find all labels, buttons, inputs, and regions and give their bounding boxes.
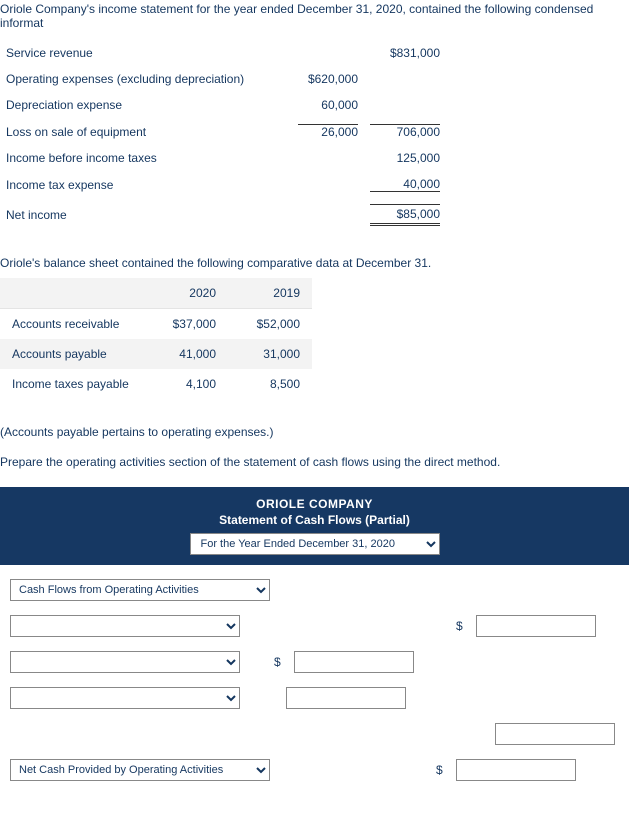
- balance-row-label: Accounts receivable: [0, 309, 144, 340]
- row-col2: $831,000: [364, 40, 446, 66]
- row-label: Operating expenses (excluding depreciati…: [0, 66, 292, 92]
- company-name: ORIOLE COMPANY: [0, 497, 629, 511]
- balance-row-label: Accounts payable: [0, 339, 144, 369]
- amount-input-3-inner[interactable]: [286, 687, 406, 709]
- dollar-sign: $: [436, 763, 448, 777]
- row-col2: 706,000: [370, 124, 440, 139]
- dollar-sign: $: [456, 619, 468, 633]
- instruction-text: Prepare the operating activities section…: [0, 455, 629, 469]
- cash-flow-form: Cash Flows from Operating Activities $ $: [0, 565, 629, 781]
- balance-row-2020: 41,000: [144, 339, 228, 369]
- balance-row-2020: 4,100: [144, 369, 228, 399]
- row-col1: [292, 198, 364, 232]
- cash-flow-section: ORIOLE COMPANY Statement of Cash Flows (…: [0, 487, 629, 781]
- balance-row-2019: $52,000: [228, 309, 312, 340]
- row-col1: [292, 145, 364, 171]
- balance-row-2019: 31,000: [228, 339, 312, 369]
- statement-title: Statement of Cash Flows (Partial): [0, 513, 629, 527]
- row-label: Net income: [0, 198, 292, 232]
- income-statement-table: Service revenue $831,000 Operating expen…: [0, 40, 446, 232]
- cash-flow-header: ORIOLE COMPANY Statement of Cash Flows (…: [0, 487, 629, 565]
- amount-input-2-inner[interactable]: [294, 651, 414, 673]
- blank-header: [0, 278, 144, 309]
- row-col2: 125,000: [364, 145, 446, 171]
- row-col1: [292, 40, 364, 66]
- row-col1: $620,000: [292, 66, 364, 92]
- row-col2: [364, 92, 446, 118]
- amount-input-subtotal-outer[interactable]: [495, 723, 615, 745]
- line-item-select-1[interactable]: [10, 615, 240, 637]
- row-col1: [292, 171, 364, 198]
- line-item-select-3[interactable]: [10, 687, 240, 709]
- balance-row-2020: $37,000: [144, 309, 228, 340]
- period-select[interactable]: For the Year Ended December 31, 2020: [190, 533, 440, 555]
- section-heading-select[interactable]: Cash Flows from Operating Activities: [10, 579, 270, 601]
- intro-text: Oriole Company's income statement for th…: [0, 0, 629, 40]
- balance-sheet-table: 2020 2019 Accounts receivable $37,000 $5…: [0, 278, 312, 399]
- row-col1: 26,000: [298, 124, 358, 139]
- year-header-2019: 2019: [228, 278, 312, 309]
- dollar-sign: $: [274, 655, 286, 669]
- row-label: Loss on sale of equipment: [0, 118, 292, 145]
- row-col1: 60,000: [292, 92, 364, 118]
- amount-input-1-outer[interactable]: [476, 615, 596, 637]
- balance-intro-text: Oriole's balance sheet contained the fol…: [0, 256, 629, 270]
- row-col2: $85,000: [370, 204, 440, 226]
- line-item-select-2[interactable]: [10, 651, 240, 673]
- balance-row-2019: 8,500: [228, 369, 312, 399]
- note-text: (Accounts payable pertains to operating …: [0, 425, 629, 439]
- row-label: Income tax expense: [0, 171, 292, 198]
- row-col2: [364, 66, 446, 92]
- row-label: Income before income taxes: [0, 145, 292, 171]
- net-cash-total-input[interactable]: [456, 759, 576, 781]
- row-label: Depreciation expense: [0, 92, 292, 118]
- balance-row-label: Income taxes payable: [0, 369, 144, 399]
- row-col2: 40,000: [370, 177, 440, 192]
- year-header-2020: 2020: [144, 278, 228, 309]
- net-cash-select[interactable]: Net Cash Provided by Operating Activitie…: [10, 759, 270, 781]
- row-label: Service revenue: [0, 40, 292, 66]
